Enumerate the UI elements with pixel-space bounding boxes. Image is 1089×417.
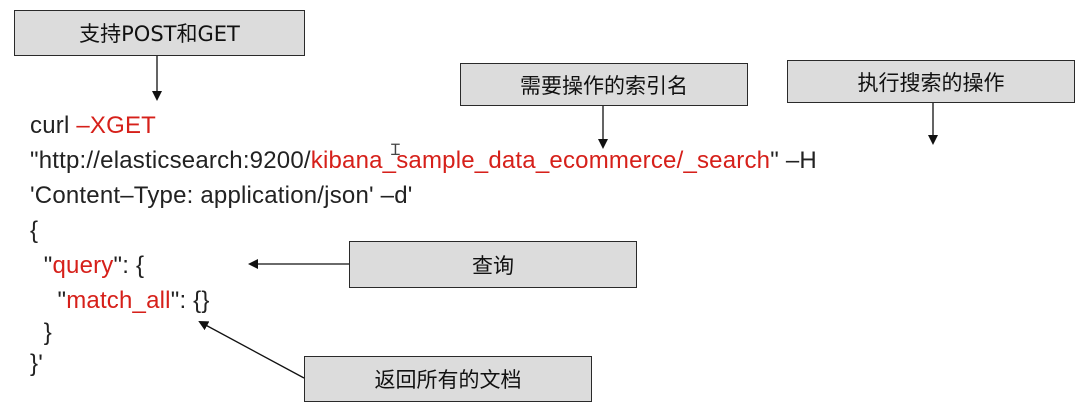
arrows-layer: [152, 56, 938, 379]
curl-search-diagram: 支持POST和GET 需要操作的索引名 执行搜索的操作 查询 返回所有的文档 c…: [0, 0, 1089, 417]
arrow-return-all: [198, 321, 305, 379]
